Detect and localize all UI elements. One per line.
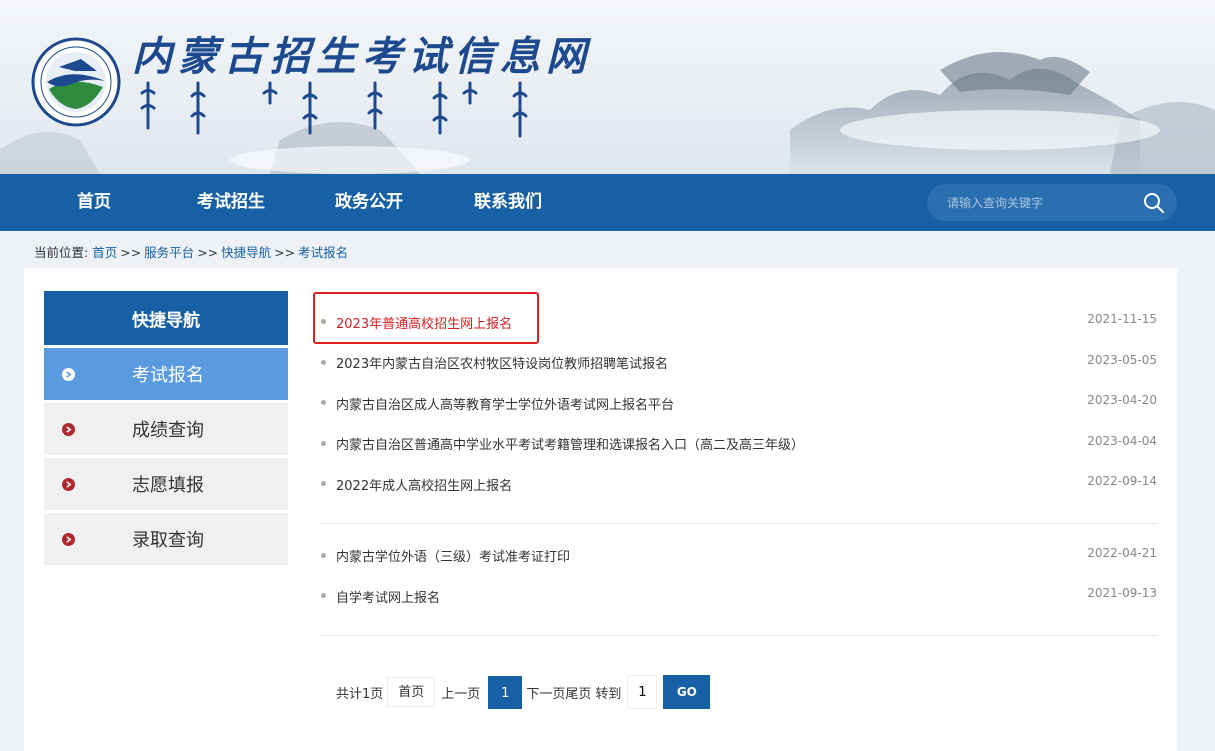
bullet-dot-icon [321,400,326,405]
pager-goto-label: 转到 [595,686,622,702]
list-item-date: 2023-04-20 [1087,393,1157,407]
list-item-title[interactable]: 内蒙古学位外语（三级）考试准考证打印 [336,546,570,565]
breadcrumb-quick-nav[interactable]: 快捷导航 [221,245,271,260]
sidebar-item-label: 考试报名 [132,365,204,386]
list-item[interactable]: 内蒙古自治区成人高等教育学士学位外语考试网上报名平台 2023-04-20 [321,383,1157,424]
bullet-dot-icon [321,319,326,324]
list-item-date: 2022-04-21 [1087,545,1157,560]
breadcrumb: 当前位置: 首页 >> 服务平台 >> 快捷导航 >> 考试报名 [34,242,348,261]
chevron-right-icon [62,533,75,546]
list-item-title[interactable]: 内蒙古自治区成人高等教育学士学位外语考试网上报名平台 [336,394,674,413]
main-navbar: 首页 考试招生 政务公开 联系我们 [0,174,1215,231]
pager-last-button[interactable]: 尾页 [565,683,591,702]
pagination: 共计1页 首页 上一页 1 下一页尾页 转到 GO [336,675,711,709]
site-title: 内蒙古招生考试信息网 [132,33,592,80]
pager-goto-input[interactable] [627,675,658,709]
nav-home[interactable]: 首页 [77,174,111,231]
list-item[interactable]: 2023年内蒙古自治区农村牧区特设岗位教师招聘笔试报名 2023-05-05 [321,343,1157,384]
sidebar-item-score-query[interactable]: 成绩查询 [44,403,288,455]
pager-first-button[interactable]: 首页 [387,677,436,707]
nav-government-affairs[interactable]: 政务公开 [335,174,403,231]
list-item[interactable]: 2023年普通高校招生网上报名 2021-11-15 [321,302,1157,343]
list-item-date: 2022-09-14 [1087,474,1157,488]
sidebar-item-label: 志愿填报 [132,475,204,496]
bullet-dot-icon [321,593,326,598]
search-icon[interactable] [1143,192,1165,214]
bullet-dot-icon [321,359,326,365]
breadcrumb-exam-registration[interactable]: 考试报名 [298,245,348,260]
pager-go-button[interactable]: GO [663,675,711,709]
header-banner: 内蒙古招生考试信息网 [0,0,1215,174]
sidebar-item-exam-registration[interactable]: 考试报名 [44,348,288,400]
search-box [927,184,1177,221]
list-item-title[interactable]: 2023年普通高校招生网上报名 [336,313,512,332]
list-item-title[interactable]: 内蒙古自治区普通高中学业水平考试考籍管理和选课报名入口（高二及高三年级） [336,434,804,453]
list-item-title[interactable]: 2022年成人高校招生网上报名 [336,475,512,494]
chevron-right-icon [62,368,75,381]
sidebar-item-label: 成绩查询 [132,420,204,441]
article-list: 2023年普通高校招生网上报名 2021-11-15 2023年内蒙古自治区农村… [321,302,1157,636]
pager-prev-button[interactable]: 上一页 [441,683,480,702]
breadcrumb-separator: >> [274,245,296,260]
chevron-right-icon [62,423,75,436]
breadcrumb-separator: >> [120,245,142,260]
pager-total: 共计1页 [336,686,384,702]
list-item-date: 2023-05-05 [1087,352,1157,367]
bullet-dot-icon [321,481,326,486]
list-item[interactable]: 内蒙古学位外语（三级）考试准考证打印 2022-04-21 [321,536,1157,577]
pager-next-button[interactable]: 下一页 [526,683,565,702]
breadcrumb-home[interactable]: 首页 [92,245,117,260]
bullet-dot-icon [321,440,326,446]
chevron-right-icon [62,478,75,491]
pager-current-page[interactable]: 1 [488,675,523,709]
breadcrumb-prefix: 当前位置: [34,245,89,260]
search-input[interactable] [947,195,1127,210]
sidebar: 快捷导航 考试报名 成绩查询 志愿填报 录取查询 [44,291,288,565]
list-item-title[interactable]: 自学考试网上报名 [336,587,440,606]
sidebar-item-application-filling[interactable]: 志愿填报 [44,458,288,510]
logo-emblem-icon [31,37,121,127]
nav-contact-us[interactable]: 联系我们 [474,174,542,231]
list-item-date: 2023-04-04 [1087,433,1157,448]
list-item-date: 2021-11-15 [1087,312,1157,326]
list-item[interactable]: 内蒙古自治区普通高中学业水平考试考籍管理和选课报名入口（高二及高三年级） 202… [321,424,1157,465]
sidebar-item-admission-query[interactable]: 录取查询 [44,513,288,565]
list-item[interactable]: 自学考试网上报名 2021-09-13 [321,576,1157,617]
sidebar-item-label: 录取查询 [132,530,204,551]
list-item[interactable]: 2022年成人高校招生网上报名 2022-09-14 [321,464,1157,505]
breadcrumb-service-platform[interactable]: 服务平台 [144,245,194,260]
bullet-dot-icon [321,552,326,558]
divider [321,634,1157,636]
mongolian-script-logo-icon [140,81,528,138]
list-item-title[interactable]: 2023年内蒙古自治区农村牧区特设岗位教师招聘笔试报名 [336,353,668,372]
list-item-date: 2021-09-13 [1087,586,1157,600]
sidebar-header: 快捷导航 [44,291,288,345]
breadcrumb-separator: >> [197,245,219,260]
nav-exam-admission[interactable]: 考试招生 [197,174,265,231]
